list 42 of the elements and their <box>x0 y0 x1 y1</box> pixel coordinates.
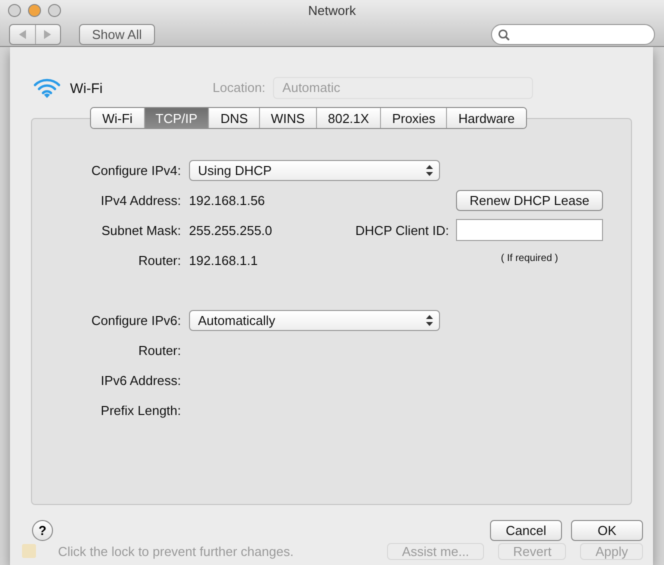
forward-arrow-icon <box>44 30 52 39</box>
tab[interactable]: Proxies <box>380 108 446 128</box>
window-title: Network <box>308 2 356 20</box>
lock-message: Click the lock to prevent further changes. <box>58 544 294 558</box>
field-value: 192.168.1.56 <box>189 192 266 208</box>
field-value: 192.168.1.1 <box>189 252 259 268</box>
location-label: Location: <box>212 80 266 95</box>
back-arrow-icon <box>18 30 26 39</box>
tab[interactable]: Wi-Fi <box>91 108 144 128</box>
client-id-field[interactable] <box>456 219 603 241</box>
hint-text: ( If required ) <box>500 252 560 264</box>
field-label: IPv4 Address: <box>100 192 182 208</box>
help-button[interactable]: ? <box>32 520 53 541</box>
stepper-arrows-icon <box>426 314 433 326</box>
configure-ipv4-select[interactable]: Using DHCP <box>189 160 440 180</box>
wifi-icon <box>33 76 61 98</box>
cancel-button[interactable]: Cancel <box>490 520 562 541</box>
search-icon <box>498 28 510 40</box>
zoom-button[interactable] <box>48 4 61 17</box>
stepper-arrows-icon <box>426 164 433 176</box>
tab[interactable]: TCP/IP <box>144 108 208 128</box>
tab[interactable]: 802.1X <box>316 108 380 128</box>
close-button[interactable] <box>8 4 21 17</box>
field-label: DHCP Client ID: <box>355 222 449 238</box>
show-all-button[interactable]: Show All <box>79 24 155 45</box>
field-label: Router: <box>138 342 182 358</box>
field-label: Configure IPv6: <box>91 312 182 328</box>
field-label: Subnet Mask: <box>102 222 182 238</box>
tab[interactable]: WINS <box>258 108 316 128</box>
field-value: 255.255.255.0 <box>189 222 274 238</box>
service-name: Wi-Fi <box>70 80 103 96</box>
field-label: Configure IPv4: <box>91 162 182 178</box>
field-label: Prefix Length: <box>100 402 182 418</box>
configure-ipv6-select[interactable]: Automatically <box>189 310 440 330</box>
field-label: Router: <box>138 252 182 268</box>
field-label: IPv6 Address: <box>100 372 182 388</box>
renew-lease-button[interactable]: Renew DHCP Lease <box>456 190 603 210</box>
ok-button[interactable]: OK <box>571 520 643 541</box>
minimize-button[interactable] <box>28 4 41 17</box>
tab[interactable]: DNS <box>208 108 259 128</box>
tab[interactable]: Hardware <box>446 108 526 128</box>
search-field[interactable] <box>491 24 655 45</box>
